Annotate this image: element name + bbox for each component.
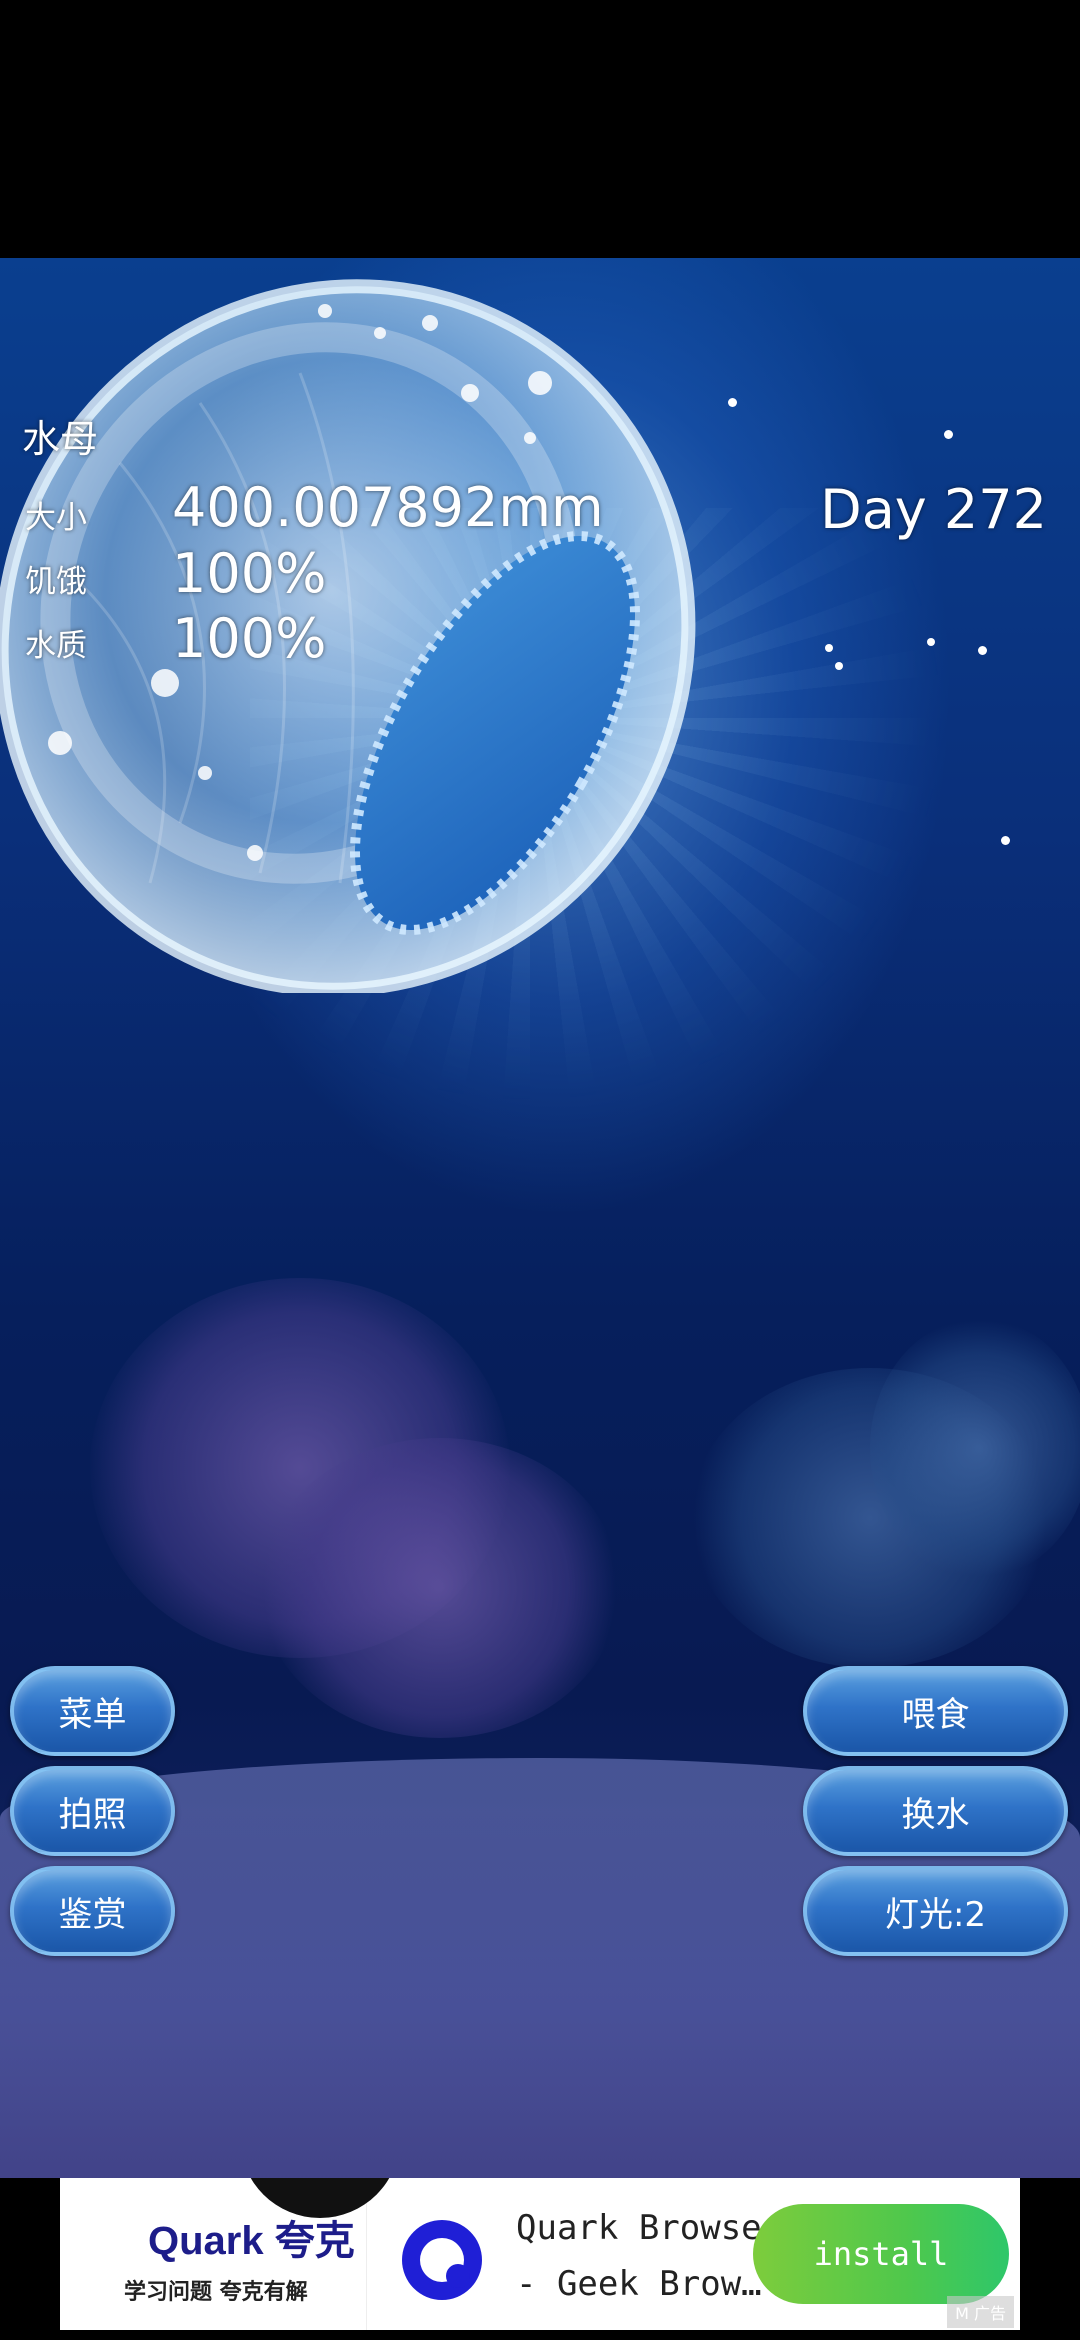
ad-title: Quark Browser (516, 2208, 783, 2248)
appreciate-button[interactable]: 鉴赏 (10, 1866, 175, 1956)
feed-button[interactable]: 喂食 (803, 1666, 1068, 1756)
quark-app-icon (402, 2220, 482, 2300)
jellyfish[interactable] (0, 263, 700, 993)
ad-subtitle: - Geek Brow… (516, 2264, 762, 2304)
size-label: 大小 (25, 500, 87, 536)
brand-tagline: 学习问题 夸克有解 (124, 2280, 308, 2305)
status-bar (0, 0, 1080, 258)
size-value: 400.007892mm (172, 476, 604, 539)
photo-button[interactable]: 拍照 (10, 1766, 175, 1856)
coral-left-2 (260, 1438, 620, 1738)
particle (835, 662, 843, 670)
menu-button[interactable]: 菜单 (10, 1666, 175, 1756)
install-button[interactable]: install (753, 2204, 1009, 2304)
ad-bar: Quark 夸克 学习问题 夸克有解 Quark Browser - Geek … (0, 2178, 1080, 2340)
hunger-value: 100% (172, 542, 327, 605)
ad-badge: M 广告 (947, 2296, 1014, 2328)
particle (978, 646, 987, 655)
change-water-button[interactable]: 换水 (803, 1766, 1068, 1856)
ad-brand-panel: Quark 夸克 学习问题 夸克有解 (60, 2178, 400, 2330)
jellyfish-name: 水母 (22, 417, 99, 461)
hunger-label: 饥饿 (25, 564, 87, 600)
coral-right-2 (870, 1318, 1080, 1578)
water-quality-label: 水质 (25, 628, 87, 664)
ad-banner[interactable]: Quark 夸克 学习问题 夸克有解 Quark Browser - Geek … (60, 2178, 1020, 2330)
day-counter: Day 272 (820, 478, 1047, 541)
particle (1001, 836, 1010, 845)
particle (728, 398, 737, 407)
particle (944, 430, 953, 439)
aquarium-scene[interactable]: 水母 大小 400.007892mm 饥饿 100% 水质 100% Day 2… (0, 258, 1080, 2178)
particle (927, 638, 935, 646)
particle (825, 644, 833, 652)
water-quality-value: 100% (172, 607, 327, 670)
brand-name: Quark 夸克 (148, 2219, 355, 2263)
light-button[interactable]: 灯光:2 (803, 1866, 1068, 1956)
